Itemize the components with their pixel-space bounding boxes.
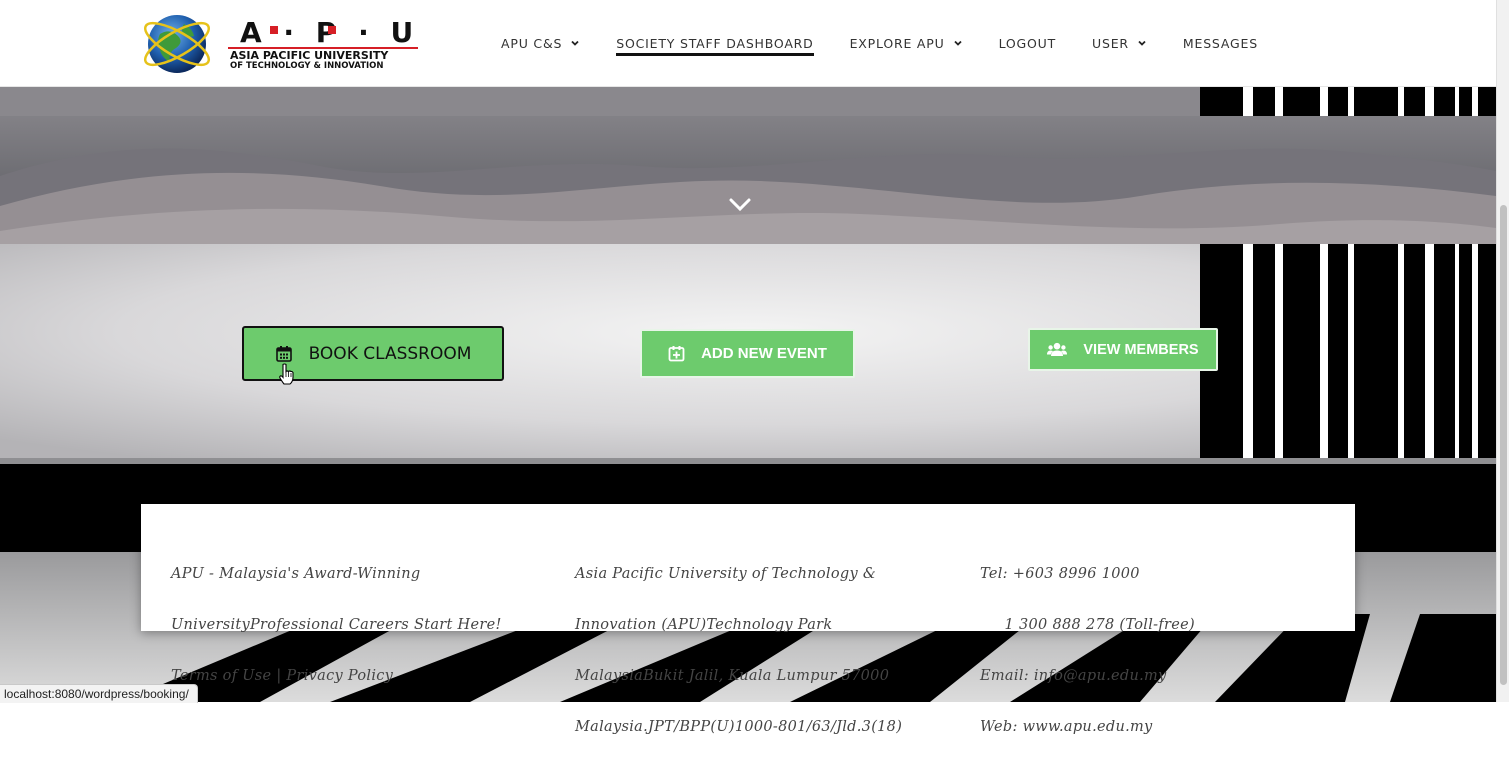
nav-label: SOCIETY STAFF DASHBOARD (616, 35, 814, 51)
hand-pointer-cursor-icon (279, 363, 294, 385)
scrollbar-thumb[interactable] (1500, 205, 1507, 685)
footer-tel-tollfree: 1 300 888 278 (Toll-free) (980, 617, 1195, 633)
users-icon (1047, 342, 1068, 357)
footer-address-line: MalaysiaBukit Jalil, Kuala Lumpur 57000 (575, 668, 890, 684)
nav-logout[interactable]: LOGOUT (999, 0, 1056, 86)
chevron-down-icon[interactable] (725, 190, 755, 220)
nav-label: EXPLORE APU (849, 35, 945, 51)
footer-about-line: UniversityProfessional Careers Start Her… (171, 617, 502, 633)
nav-messages[interactable]: MESSAGES (1183, 0, 1258, 86)
nav-label: APU C&S (501, 35, 563, 51)
footer-contact-column: Tel: +603 8996 1000 1 300 888 278 (Toll-… (980, 532, 1195, 770)
view-members-label: VIEW MEMBERS (1083, 341, 1199, 358)
main-nav: APU C&S SOCIETY STAFF DASHBOARD EXPLORE … (501, 0, 1294, 86)
footer-tel: Tel: +603 8996 1000 (980, 566, 1140, 582)
nav-label: LOGOUT (998, 35, 1057, 51)
footer-about-column: APU - Malaysia's Award-Winning Universit… (171, 532, 502, 719)
footer-about-line: APU - Malaysia's Award-Winning (171, 566, 421, 582)
hero-band (0, 86, 1496, 246)
view-members-button[interactable]: VIEW MEMBERS (1028, 328, 1218, 371)
footer-address-line: Malaysia.JPT/BPP(U)1000-801/63/Jld.3(18) (575, 719, 903, 735)
svg-text:OF TECHNOLOGY & INNOVATION: OF TECHNOLOGY & INNOVATION (230, 61, 384, 71)
footer-email-link[interactable]: Email: info@apu.edu.my (980, 668, 1195, 685)
chevron-down-icon (1138, 40, 1146, 46)
apu-logo-graphic: A · P · U ASIA PACIFIC UNIVERSITY OF TEC… (144, 15, 418, 73)
footer-address-line: Innovation (APU)Technology Park (575, 617, 833, 633)
nav-user[interactable]: USER (1092, 0, 1147, 86)
site-header: A · P · U ASIA PACIFIC UNIVERSITY OF TEC… (0, 0, 1496, 87)
page-scrollbar[interactable] (1496, 0, 1509, 702)
browser-status-url: localhost:8080/wordpress/booking/ (0, 684, 198, 703)
chevron-down-icon (953, 40, 962, 46)
nav-apu-cs[interactable]: APU C&S (501, 0, 580, 86)
footer-address-line: Asia Pacific University of Technology & (575, 566, 877, 582)
add-new-event-button[interactable]: ADD NEW EVENT (640, 329, 855, 378)
footer-web-link[interactable]: Web: www.apu.edu.my (980, 719, 1195, 736)
apu-logo[interactable]: A · P · U ASIA PACIFIC UNIVERSITY OF TEC… (140, 10, 430, 78)
footer-info-card: APU - Malaysia's Award-Winning Universit… (141, 504, 1355, 735)
nav-label: USER (1092, 35, 1129, 51)
book-classroom-label: BOOK CLASSROOM (308, 343, 472, 364)
calendar-plus-icon (668, 345, 685, 362)
chevron-down-icon (571, 40, 579, 46)
add-new-event-label: ADD NEW EVENT (701, 345, 827, 362)
nav-explore-apu[interactable]: EXPLORE APU (850, 0, 963, 86)
calendar-icon (275, 345, 293, 363)
nav-society-staff-dashboard[interactable]: SOCIETY STAFF DASHBOARD (616, 0, 814, 86)
nav-label: MESSAGES (1182, 35, 1258, 51)
hero-background (0, 86, 1496, 246)
footer-address-column: Asia Pacific University of Technology & … (575, 532, 902, 770)
footer-terms-link[interactable]: Terms of Use | Privacy Policy (171, 668, 502, 685)
